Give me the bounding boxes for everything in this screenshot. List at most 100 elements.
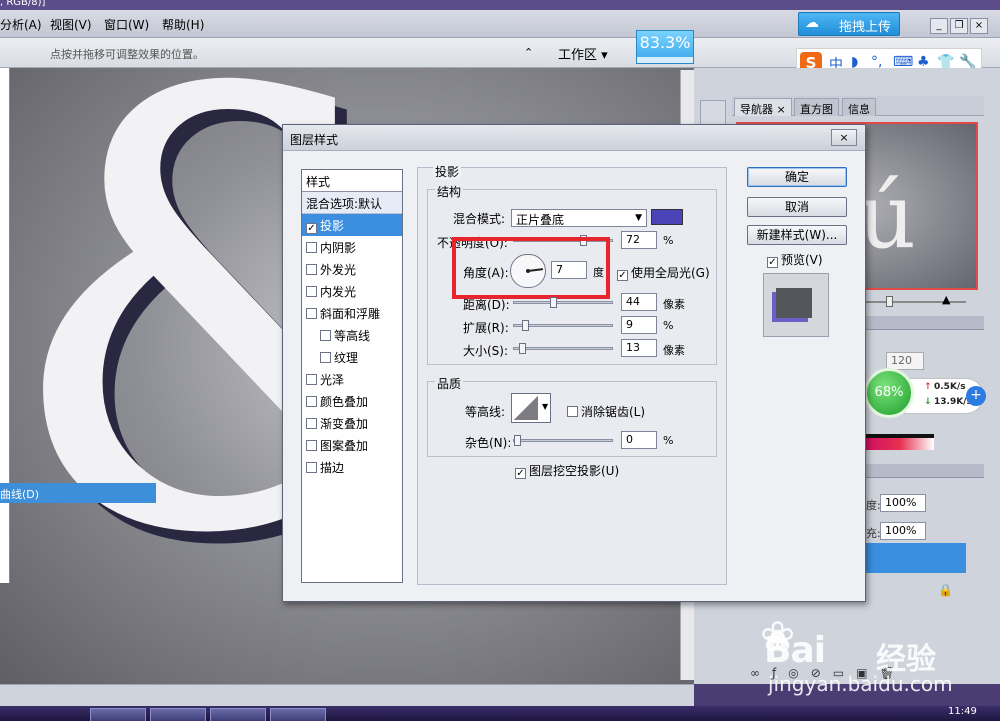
noise-label: 杂色(N):: [465, 436, 512, 450]
dropdown-arrow-icon: ▼: [635, 213, 642, 223]
checkbox[interactable]: [306, 440, 317, 451]
upload-speed: 0.5K/s: [934, 382, 966, 392]
style-inner-shadow[interactable]: 内阴影: [302, 236, 402, 258]
style-pattern-overlay[interactable]: 图案叠加: [302, 434, 402, 456]
workspace-button[interactable]: 工作区 ▾: [558, 44, 608, 63]
restore-button[interactable]: ❐: [950, 18, 968, 34]
spread-slider-thumb[interactable]: [522, 320, 529, 331]
checkbox[interactable]: [306, 462, 317, 473]
style-contour[interactable]: 等高线: [302, 324, 402, 346]
layer-fill-label: 充:: [866, 527, 881, 540]
navigator-tabs: 导航器 × 直方图 信息: [732, 96, 984, 116]
contour-curve-icon: [514, 396, 538, 420]
network-speed-widget[interactable]: 68% ↑ 0.5K/s ↓ 13.9K/s +: [862, 368, 986, 422]
style-preview-thumbnail: [763, 273, 829, 337]
watermark-brand: Bai: [764, 630, 826, 671]
memory-percent-circle[interactable]: 68%: [864, 368, 914, 418]
watermark-url: jingyan.baidu.com: [768, 672, 953, 696]
knockout-checkbox[interactable]: ✓ 图层挖空投影(U): [515, 462, 619, 479]
app-title-bar: , RGB/8)]: [0, 0, 1000, 10]
style-satin[interactable]: 光泽: [302, 368, 402, 390]
menu-analysis[interactable]: 分析(A): [0, 16, 42, 33]
checkbox[interactable]: [306, 264, 317, 275]
checkbox-checked[interactable]: ✓: [306, 223, 317, 234]
menu-view[interactable]: 视图(V): [50, 16, 92, 33]
noise-slider-thumb[interactable]: [514, 435, 521, 446]
tab-info[interactable]: 信息: [842, 98, 876, 116]
checkbox[interactable]: [306, 418, 317, 429]
checkbox[interactable]: [306, 308, 317, 319]
style-stroke[interactable]: 描边: [302, 456, 402, 478]
tab-histogram[interactable]: 直方图: [794, 98, 839, 116]
style-color-overlay[interactable]: 颜色叠加: [302, 390, 402, 412]
style-blending-options[interactable]: 混合选项:默认: [302, 192, 402, 214]
color-ramp[interactable]: [866, 438, 934, 450]
checkbox[interactable]: [306, 286, 317, 297]
shadow-color-swatch[interactable]: [651, 209, 683, 225]
checkbox[interactable]: [320, 330, 331, 341]
preview-checkbox[interactable]: ✓ 预览(V): [767, 251, 823, 268]
layers-panel-header: [866, 464, 984, 478]
style-texture[interactable]: 纹理: [302, 346, 402, 368]
layer-fill-field[interactable]: 100%: [880, 522, 926, 540]
style-drop-shadow[interactable]: ✓ 投影: [302, 214, 402, 236]
upload-label: 拖拽上传: [839, 20, 892, 35]
style-outer-glow[interactable]: 外发光: [302, 258, 402, 280]
taskbar-app-1[interactable]: [90, 708, 146, 721]
distance-slider[interactable]: [513, 297, 613, 308]
color-panel-header: [866, 316, 984, 330]
layer-style-dialog: 图层样式 × 样式 混合选项:默认 ✓ 投影 内阴影 外发光 内发光 斜面和浮雕 …: [282, 124, 866, 602]
tab-navigator[interactable]: 导航器 ×: [734, 98, 792, 116]
style-gradient-overlay[interactable]: 渐变叠加: [302, 412, 402, 434]
dialog-close-button[interactable]: ×: [831, 129, 857, 146]
checkbox[interactable]: [320, 352, 331, 363]
minimize-button[interactable]: _: [930, 18, 948, 34]
close-button[interactable]: ×: [970, 18, 988, 34]
noise-unit: %: [663, 434, 674, 447]
selected-layer-row[interactable]: [866, 543, 966, 573]
baidu-jingyan-watermark: ❀ Bai 经验 jingyan.baidu.com: [760, 610, 1000, 710]
menu-window[interactable]: 窗口(W): [104, 16, 149, 33]
taskbar-app-4[interactable]: [270, 708, 326, 721]
canvas-horizontal-scrollbar[interactable]: [0, 684, 694, 706]
menu-help[interactable]: 帮助(H): [162, 16, 204, 33]
section-title: 投影: [433, 163, 462, 180]
checkbox[interactable]: [306, 242, 317, 253]
distance-field[interactable]: 44: [621, 293, 657, 311]
mountain-icon[interactable]: ▲: [942, 293, 950, 306]
antialias-checkbox[interactable]: 消除锯齿(L): [567, 403, 645, 420]
checkbox[interactable]: [306, 374, 317, 385]
global-light-checkbox[interactable]: ✓ 使用全局光(G): [617, 264, 710, 281]
size-unit: 像素: [663, 344, 685, 357]
style-bevel-emboss[interactable]: 斜面和浮雕: [302, 302, 402, 324]
opacity-field[interactable]: 72: [621, 231, 657, 249]
style-inner-glow[interactable]: 内发光: [302, 280, 402, 302]
size-slider[interactable]: [513, 343, 613, 354]
contour-picker[interactable]: ▼: [511, 393, 551, 423]
blend-mode-select[interactable]: 正片叠底 ▼: [511, 209, 647, 227]
dialog-title-bar[interactable]: 图层样式 ×: [283, 125, 865, 151]
preview-shape: [776, 288, 812, 318]
taskbar-app-3[interactable]: [210, 708, 266, 721]
separator-icon: ⌃: [524, 46, 534, 59]
spread-field[interactable]: 9: [621, 316, 657, 334]
blend-mode-label: 混合模式:: [453, 212, 506, 226]
spread-slider[interactable]: [513, 320, 613, 331]
distance-slider-thumb[interactable]: [550, 297, 557, 308]
taskbar-app-2[interactable]: [150, 708, 206, 721]
size-field[interactable]: 13: [621, 339, 657, 357]
noise-slider[interactable]: [513, 435, 613, 446]
plus-icon[interactable]: +: [966, 386, 986, 406]
ok-button[interactable]: 确定: [747, 167, 847, 187]
styles-header[interactable]: 样式: [302, 170, 402, 192]
curves-menu-item[interactable]: 曲线(D): [0, 483, 156, 503]
noise-field[interactable]: 0: [621, 431, 657, 449]
opacity-unit: %: [663, 234, 674, 247]
drag-upload-button[interactable]: ☁ 拖拽上传: [798, 12, 900, 36]
size-slider-thumb[interactable]: [519, 343, 526, 354]
checkbox[interactable]: [306, 396, 317, 407]
layer-opacity-field[interactable]: 100%: [880, 494, 926, 512]
quality-title: 品质: [435, 375, 464, 392]
new-style-button[interactable]: 新建样式(W)...: [747, 225, 847, 245]
cancel-button[interactable]: 取消: [747, 197, 847, 217]
